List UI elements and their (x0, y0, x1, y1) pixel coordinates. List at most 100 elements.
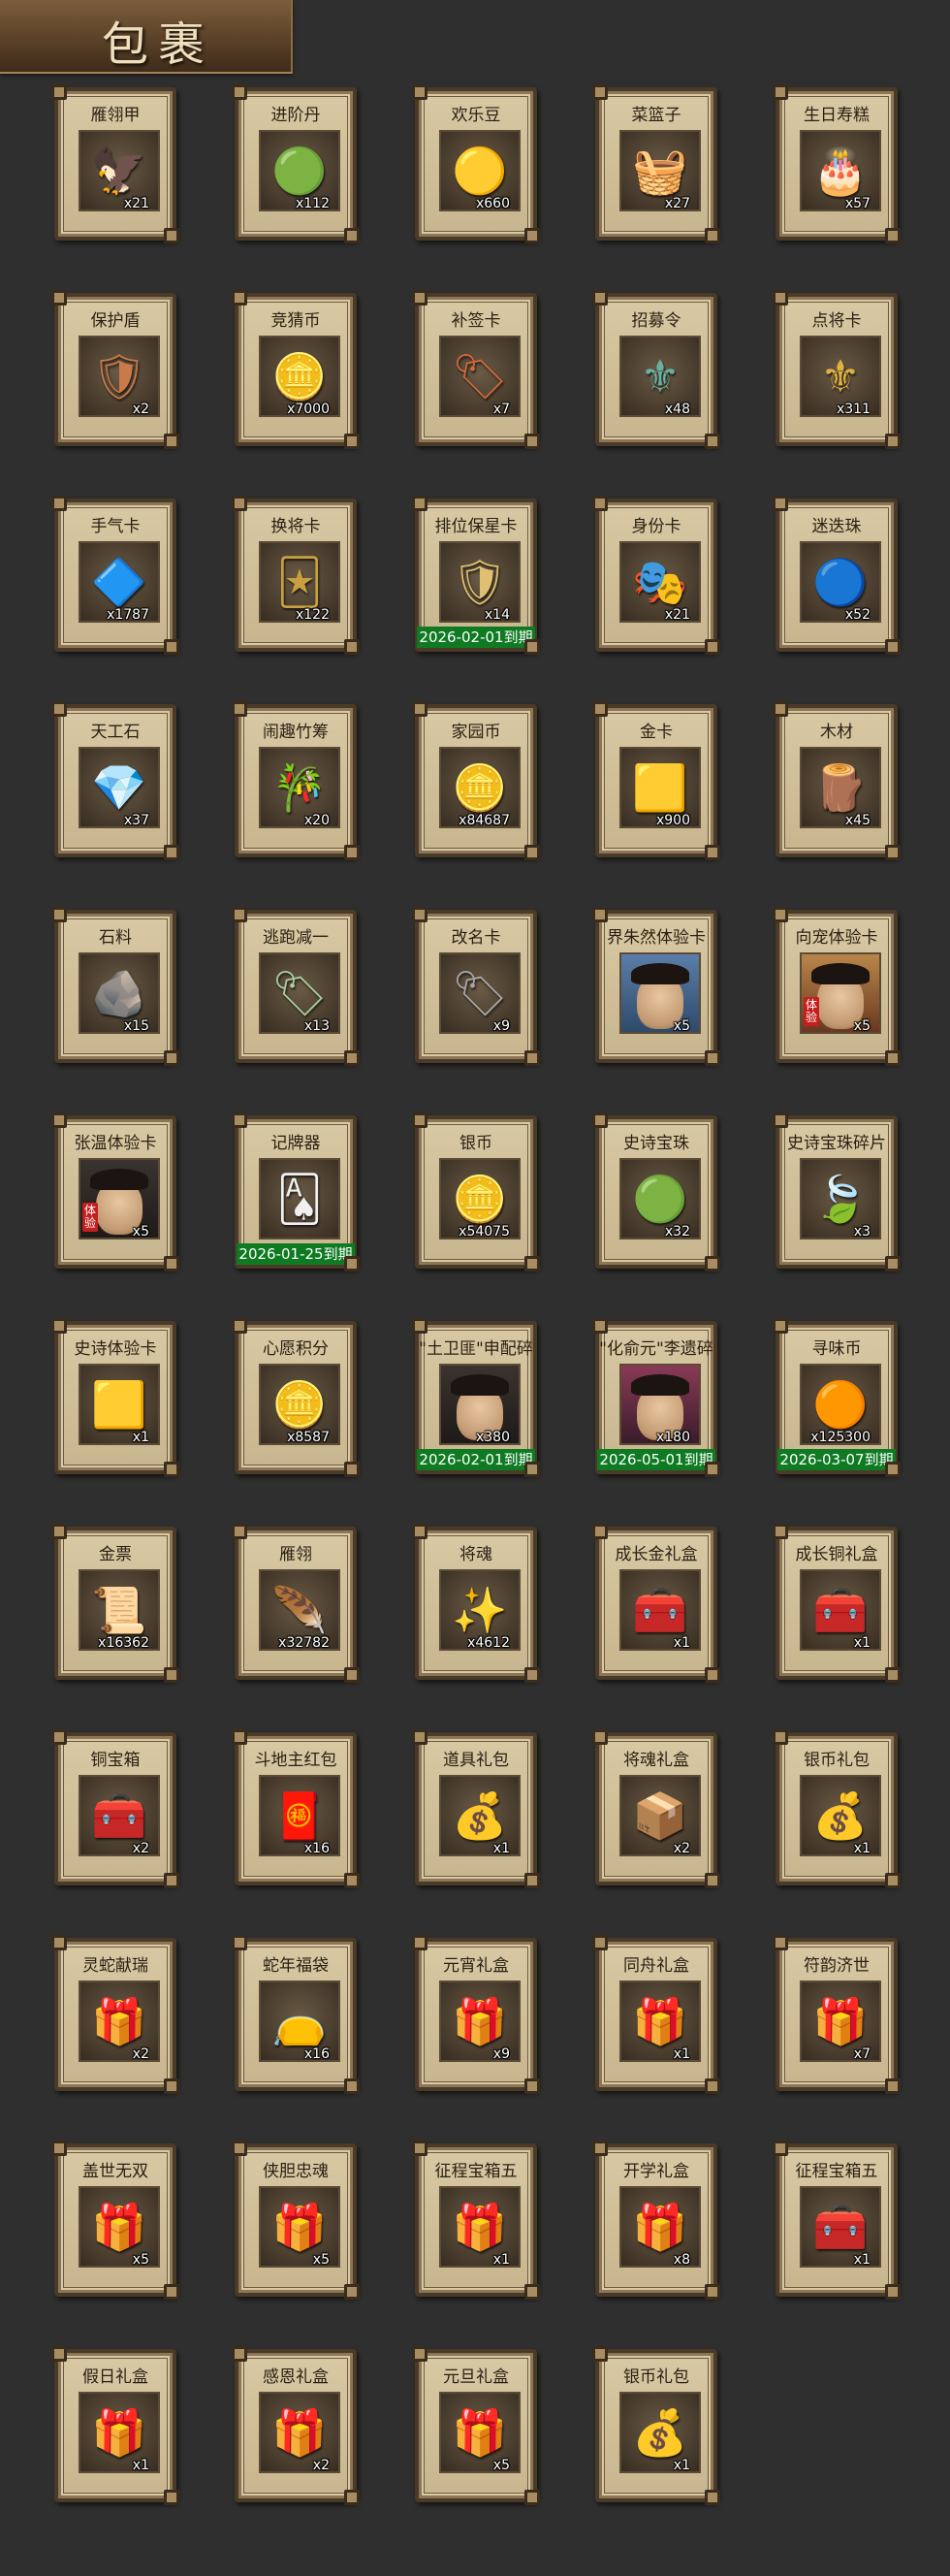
inventory-item[interactable]: 灵蛇献瑞 🎁 x2 (50, 1935, 180, 2095)
inventory-item[interactable]: 开学礼盒 🎁 x8 (591, 2141, 721, 2301)
item-name: 换将卡 (270, 517, 321, 536)
inventory-item[interactable]: 道具礼包 💰 x1 (411, 1729, 541, 1889)
inventory-item[interactable]: 家园币 🪙 x84687 (411, 701, 541, 861)
inventory-item[interactable]: 征程宝箱五 🧰 x1 (772, 2141, 902, 2301)
item-quantity: x7 (853, 2046, 871, 2062)
inventory-item[interactable]: 盖世无双 🎁 x5 (50, 2141, 180, 2301)
header-banner: 包裹 (0, 0, 293, 74)
inventory-item[interactable]: 补签卡 🏷 x7 (411, 290, 541, 450)
inventory-item[interactable]: 心愿积分 🪙 x8587 (231, 1318, 361, 1478)
inventory-item[interactable]: 雁翎甲 🦅 x21 (50, 84, 180, 244)
item-card: 开学礼盒 🎁 x8 (592, 2141, 720, 2300)
inventory-item[interactable]: 斗地主红包 🧧 x16 (231, 1729, 361, 1889)
inventory-item[interactable]: 元旦礼盒 🎁 x5 (411, 2346, 541, 2506)
item-name: 成长金礼盒 (615, 1545, 698, 1564)
inventory-item[interactable]: 菜篮子 🧺 x27 (591, 84, 721, 244)
item-name: 元旦礼盒 (443, 2367, 509, 2387)
gift-box-icon: 🎁 (91, 2201, 147, 2253)
inventory-item[interactable]: "土卫匪"申配碎 x380 2026-02-01到期 (411, 1318, 541, 1478)
item-quantity: x32782 (278, 1635, 330, 1651)
inventory-item[interactable]: 界朱然体验卡 x5 (591, 907, 721, 1067)
inventory-item[interactable]: 改名卡 🏷 x9 (411, 907, 541, 1067)
item-name: 界朱然体验卡 (607, 928, 706, 948)
inventory-item[interactable]: 感恩礼盒 🎁 x2 (231, 2346, 361, 2506)
inventory-item[interactable]: 金票 📜 x16362 (50, 1524, 180, 1684)
inventory-item[interactable]: 记牌器 🂡 2026-01-25到期 (231, 1112, 361, 1272)
inventory-item[interactable]: 侠胆忠魂 🎁 x5 (231, 2141, 361, 2301)
inventory-item[interactable]: 石料 🪨 x15 (50, 907, 180, 1067)
item-name: 欢乐豆 (451, 106, 501, 125)
home-coin-icon: 🪙 (452, 761, 508, 814)
inventory-item[interactable]: 欢乐豆 🟡 x660 (411, 84, 541, 244)
item-name: 记牌器 (270, 1134, 321, 1153)
inventory-item[interactable]: 向宠体验卡 体验 x5 (772, 907, 902, 1067)
inventory-item[interactable]: 闹趣竹筹 🎋 x20 (231, 701, 361, 861)
item-card: 欢乐豆 🟡 x660 (412, 84, 540, 243)
item-quantity: x84687 (459, 813, 510, 828)
inventory-item[interactable]: 逃跑减一 🏷 x13 (231, 907, 361, 1067)
item-card: 逃跑减一 🏷 x13 (232, 907, 360, 1066)
inventory-item[interactable]: 生日寿糕 🎂 x57 (772, 84, 902, 244)
inventory-item[interactable]: 竞猜币 🪙 x7000 (231, 290, 361, 450)
gold-card-icon: 🟨 (632, 761, 688, 814)
item-quantity: x16362 (98, 1635, 149, 1651)
inventory-item[interactable]: 成长金礼盒 🧰 x1 (591, 1524, 721, 1684)
item-name: 蛇年福袋 (263, 1956, 329, 1976)
inventory-item[interactable]: 史诗宝珠 🟢 x32 (591, 1112, 721, 1272)
shield-icon: 🛡 (90, 350, 148, 402)
item-card: 天工石 💎 x37 (51, 701, 179, 860)
crystal-icon: 💎 (91, 761, 147, 814)
inventory-item[interactable]: 寻味币 🟠 x125300 2026-03-07到期 (772, 1318, 902, 1478)
item-name: 点将卡 (811, 311, 862, 331)
item-card: 将魂礼盒 📦 x2 (592, 1729, 720, 1888)
inventory-item[interactable]: 银币礼包 💰 x1 (772, 1729, 902, 1889)
item-quantity: x122 (295, 607, 330, 623)
item-name: 金卡 (640, 723, 673, 742)
gold-ticket-icon: 📜 (91, 1584, 147, 1636)
inventory-item[interactable]: 进阶丹 🟢 x112 (231, 84, 361, 244)
bamboo-icon: 🎋 (271, 761, 328, 814)
inventory-item[interactable]: 招募令 ⚜ x48 (591, 290, 721, 450)
inventory-item[interactable]: 天工石 💎 x37 (50, 701, 180, 861)
inventory-item[interactable]: 点将卡 ⚜ x311 (772, 290, 902, 450)
inventory-item[interactable]: 换将卡 🃏 x122 (231, 496, 361, 656)
inventory-item[interactable]: "化俞元"李遗碎 x180 2026-05-01到期 (591, 1318, 721, 1478)
inventory-item[interactable]: 排位保星卡 🛡 x14 2026-02-01到期 (411, 496, 541, 656)
inventory-item[interactable]: 成长铜礼盒 🧰 x1 (772, 1524, 902, 1684)
orb-fragment-icon: 🍃 (812, 1173, 869, 1225)
item-card: 铜宝箱 🧰 x2 (51, 1729, 179, 1888)
item-quantity: x21 (664, 607, 690, 623)
inventory-item[interactable]: 手气卡 🔷 x1787 (50, 496, 180, 656)
item-card: "土卫匪"申配碎 x380 2026-02-01到期 (412, 1318, 540, 1477)
item-card: 灵蛇献瑞 🎁 x2 (51, 1935, 179, 2094)
inventory-item[interactable]: 银币礼包 💰 x1 (591, 2346, 721, 2506)
inventory-item[interactable]: 同舟礼盒 🎁 x1 (591, 1935, 721, 2095)
item-card: 道具礼包 💰 x1 (412, 1729, 540, 1888)
inventory-item[interactable]: 金卡 🟨 x900 (591, 701, 721, 861)
inventory-item[interactable]: 身份卡 🎭 x21 (591, 496, 721, 656)
inventory-item[interactable]: 史诗宝珠碎片 🍃 x3 (772, 1112, 902, 1272)
inventory-item[interactable]: 迷迭珠 🔵 x52 (772, 496, 902, 656)
item-quantity: x9 (492, 2046, 510, 2062)
item-quantity: x57 (844, 196, 871, 211)
item-quantity: x16 (303, 1841, 330, 1856)
inventory-item[interactable]: 符韵济世 🎁 x7 (772, 1935, 902, 2095)
item-card: 侠胆忠魂 🎁 x5 (232, 2141, 360, 2300)
item-quantity: x1 (673, 2046, 690, 2062)
inventory-item[interactable]: 木材 🪵 x45 (772, 701, 902, 861)
inventory-item[interactable]: 史诗体验卡 🟨 x1 (50, 1318, 180, 1478)
inventory-item[interactable]: 征程宝箱五 🎁 x1 (411, 2141, 541, 2301)
inventory-item[interactable]: 张温体验卡 体验 x5 (50, 1112, 180, 1272)
inventory-item[interactable]: 将魂 ✨ x4612 (411, 1524, 541, 1684)
inventory-item[interactable]: 假日礼盒 🎁 x1 (50, 2346, 180, 2506)
inventory-item[interactable]: 将魂礼盒 📦 x2 (591, 1729, 721, 1889)
general-card-icon: ⚜ (820, 350, 861, 402)
inventory-item[interactable]: 保护盾 🛡 x2 (50, 290, 180, 450)
inventory-item[interactable]: 元宵礼盒 🎁 x9 (411, 1935, 541, 2095)
inventory-item[interactable]: 雁翎 🪶 x32782 (231, 1524, 361, 1684)
trial-badge: 体验 (804, 997, 819, 1026)
inventory-item[interactable]: 铜宝箱 🧰 x2 (50, 1729, 180, 1889)
inventory-item[interactable]: 蛇年福袋 👝 x16 (231, 1935, 361, 2095)
inventory-item[interactable]: 银币 🪙 x54075 (411, 1112, 541, 1272)
item-name: 银币 (459, 1134, 492, 1153)
